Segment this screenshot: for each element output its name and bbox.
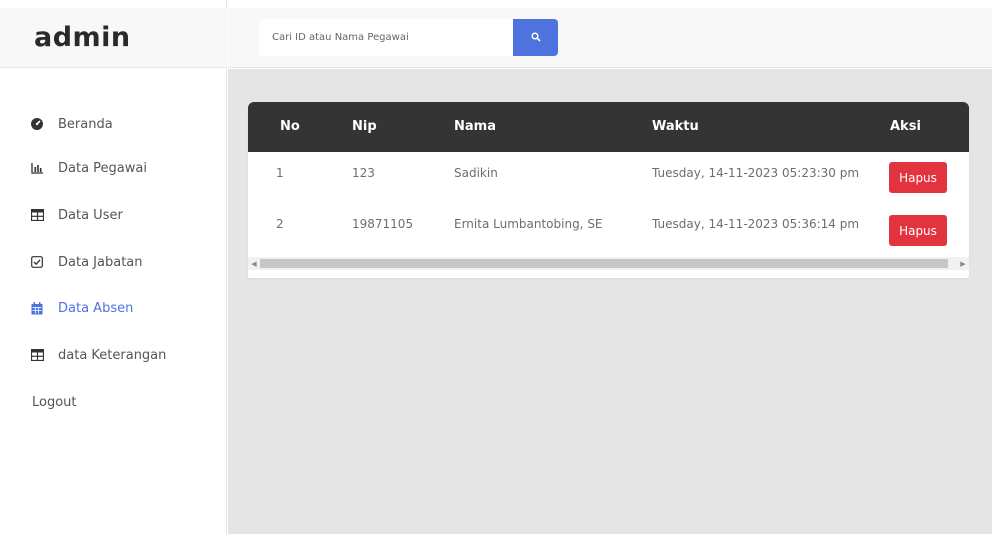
cell-nip: 123 (352, 166, 375, 180)
cell-no: 2 (276, 217, 284, 231)
logout-link[interactable]: Logout (32, 390, 77, 414)
brand-title: admin (34, 22, 131, 53)
main-content: No Nip Nama Waktu Aksi 1 123 Sadikin Tue… (228, 69, 992, 534)
cell-nama: Sadikin (454, 166, 498, 180)
search-icon (530, 30, 541, 45)
table-row: 1 123 Sadikin Tuesday, 14-11-2023 05:23:… (248, 152, 969, 198)
topbar (228, 8, 992, 68)
sidebar-item-data-jabatan[interactable]: Data Jabatan (30, 250, 143, 274)
tachometer-icon (30, 117, 44, 131)
table-icon (30, 348, 44, 362)
scrollbar-thumb[interactable] (260, 259, 948, 268)
column-header-nama: Nama (454, 119, 496, 134)
hapus-button[interactable]: Hapus (889, 162, 947, 193)
horizontal-scrollbar[interactable]: ◀ ▶ (248, 257, 969, 270)
cell-no: 1 (276, 166, 284, 180)
hapus-button[interactable]: Hapus (889, 215, 947, 246)
scroll-left-arrow-icon[interactable]: ◀ (248, 257, 260, 270)
sidebar-item-label: Data Jabatan (58, 254, 143, 270)
absen-table: No Nip Nama Waktu Aksi 1 123 Sadikin Tue… (248, 102, 969, 278)
column-header-nip: Nip (352, 119, 377, 134)
sidebar-item-label: Beranda (58, 116, 113, 132)
sidebar-item-label: Data Absen (58, 300, 134, 316)
sidebar-item-data-absen[interactable]: Data Absen (30, 296, 133, 320)
table-icon (30, 208, 44, 222)
sidebar-item-label: data Keterangan (58, 347, 167, 363)
column-header-aksi: Aksi (890, 119, 921, 134)
calendar-icon (30, 301, 44, 315)
table-row: 2 19871105 Ernita Lumbantobing, SE Tuesd… (248, 203, 969, 249)
sidebar-item-label: Data User (58, 207, 123, 223)
search-input[interactable] (259, 19, 513, 56)
cell-nama: Ernita Lumbantobing, SE (454, 217, 603, 231)
brand: admin (0, 8, 227, 68)
table-header: No Nip Nama Waktu Aksi (248, 102, 969, 152)
sidebar-item-data-keterangan[interactable]: data Keterangan (30, 343, 166, 367)
sidebar-item-label: Data Pegawai (58, 160, 147, 176)
logout-label: Logout (32, 394, 77, 410)
cell-nip: 19871105 (352, 217, 414, 231)
check-square-icon (30, 255, 44, 269)
scroll-right-arrow-icon[interactable]: ▶ (957, 257, 969, 270)
sidebar: admin Beranda Data Pegawai Data User Dat… (0, 0, 227, 534)
search-button[interactable] (513, 19, 558, 56)
column-header-waktu: Waktu (652, 119, 699, 134)
bar-chart-icon (30, 161, 44, 175)
sidebar-item-beranda[interactable]: Beranda (30, 112, 113, 136)
cell-waktu: Tuesday, 14-11-2023 05:23:30 pm (652, 166, 860, 180)
column-header-no: No (280, 119, 300, 134)
cell-waktu: Tuesday, 14-11-2023 05:36:14 pm (652, 217, 860, 231)
sidebar-item-data-user[interactable]: Data User (30, 203, 123, 227)
sidebar-item-data-pegawai[interactable]: Data Pegawai (30, 156, 147, 180)
